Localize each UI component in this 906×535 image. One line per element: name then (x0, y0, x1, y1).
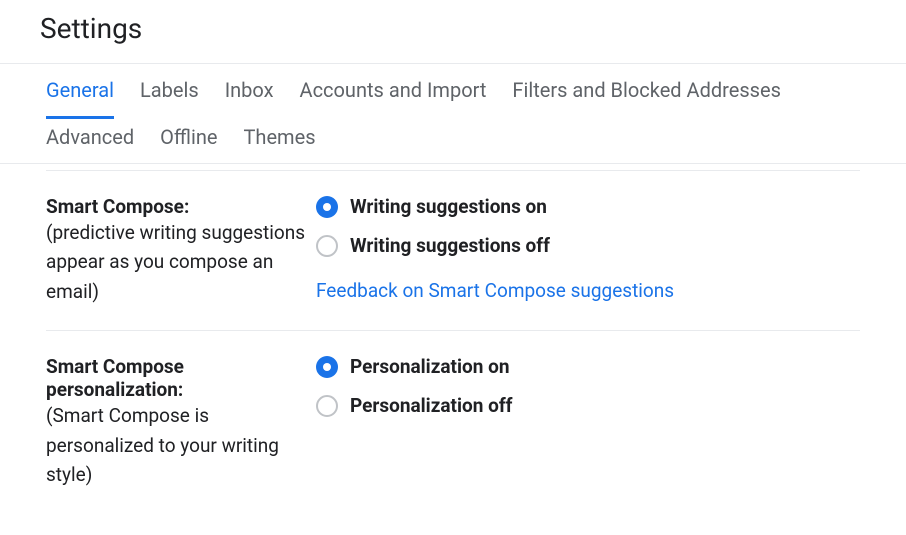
setting-options-col: Writing suggestions on Writing suggestio… (316, 195, 860, 306)
setting-label-col: Smart Compose personalization: (Smart Co… (46, 355, 316, 489)
radio-icon (316, 395, 338, 417)
setting-desc: (predictive writing suggestions appear a… (46, 218, 306, 306)
radio-icon (316, 356, 338, 378)
tab-advanced[interactable]: Advanced (46, 125, 134, 149)
tab-filters-and-blocked[interactable]: Filters and Blocked Addresses (512, 78, 781, 119)
setting-smart-compose: Smart Compose: (predictive writing sugge… (46, 171, 860, 331)
setting-label-col: Smart Compose: (predictive writing sugge… (46, 195, 316, 306)
setting-title: Smart Compose personalization: (46, 355, 184, 401)
radio-icon (316, 196, 338, 218)
radio-personalization-off[interactable]: Personalization off (316, 394, 860, 417)
radio-writing-suggestions-on[interactable]: Writing suggestions on (316, 195, 860, 218)
radio-label: Personalization off (350, 394, 512, 417)
setting-title: Smart Compose: (46, 195, 189, 218)
setting-desc: (Smart Compose is personalized to your w… (46, 401, 306, 489)
page-title: Settings (0, 0, 906, 63)
tab-themes[interactable]: Themes (244, 125, 316, 149)
tab-inbox[interactable]: Inbox (225, 78, 274, 119)
radio-label: Writing suggestions on (350, 195, 547, 218)
radio-icon (316, 235, 338, 257)
radio-writing-suggestions-off[interactable]: Writing suggestions off (316, 234, 860, 257)
setting-smart-compose-personalization: Smart Compose personalization: (Smart Co… (46, 331, 860, 513)
tabs-container: General Labels Inbox Accounts and Import… (0, 63, 906, 163)
setting-options-col: Personalization on Personalization off (316, 355, 860, 489)
radio-label: Writing suggestions off (350, 234, 550, 257)
tab-offline[interactable]: Offline (160, 125, 217, 149)
tab-labels[interactable]: Labels (140, 78, 199, 119)
radio-personalization-on[interactable]: Personalization on (316, 355, 860, 378)
tabs-row-2: Advanced Offline Themes (46, 119, 860, 163)
tabs-row-1: General Labels Inbox Accounts and Import… (46, 64, 860, 119)
radio-label: Personalization on (350, 355, 509, 378)
settings-body: Smart Compose: (predictive writing sugge… (0, 163, 906, 514)
tab-accounts-and-import[interactable]: Accounts and Import (300, 78, 487, 119)
tab-general[interactable]: General (46, 78, 114, 119)
feedback-link-smart-compose[interactable]: Feedback on Smart Compose suggestions (316, 279, 674, 302)
